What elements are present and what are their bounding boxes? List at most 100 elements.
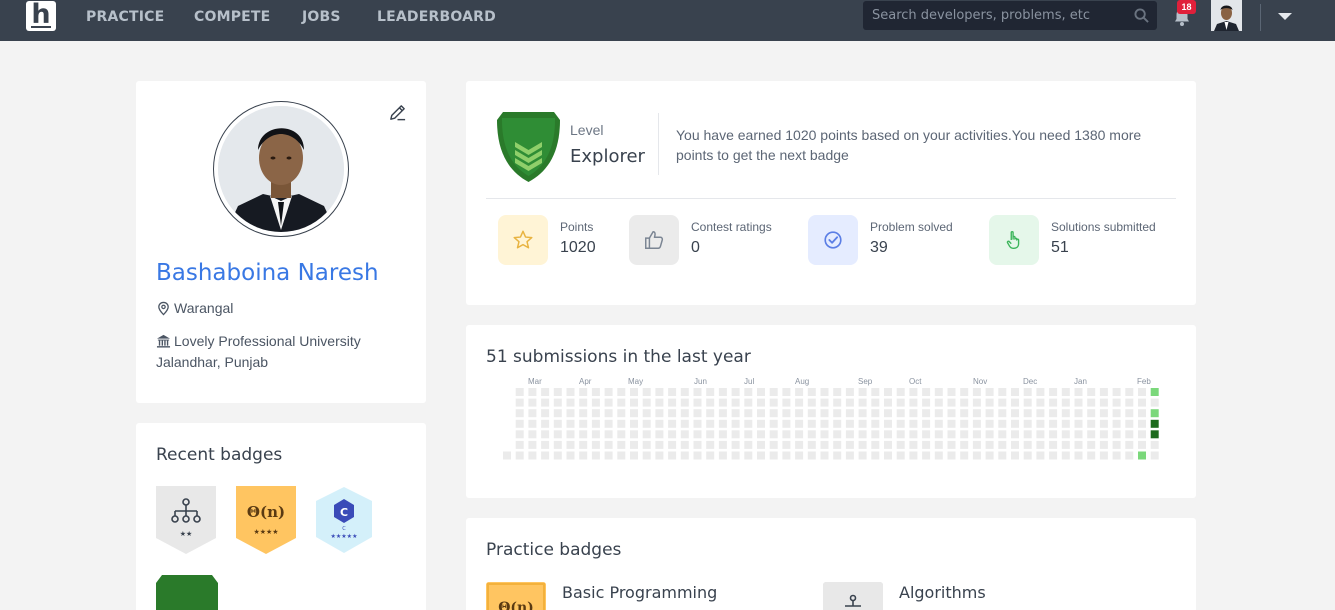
heatmap-cell[interactable] [1023,419,1032,428]
heatmap-cell[interactable] [820,388,829,396]
search-icon[interactable] [1134,8,1149,23]
heatmap-cell[interactable] [541,398,550,407]
heatmap-cell[interactable] [1087,409,1096,418]
heatmap-cell[interactable] [922,430,931,439]
heatmap-cell[interactable] [680,430,689,439]
nav-link-leaderboard[interactable]: LEADERBOARD [377,9,496,25]
heatmap-cell[interactable] [820,430,829,439]
heatmap-cell[interactable] [706,419,715,428]
heatmap-cell[interactable] [604,440,613,449]
heatmap-cell[interactable] [579,451,588,460]
heatmap-cell[interactable] [896,451,905,460]
heatmap-cell[interactable] [782,451,791,460]
heatmap-cell[interactable] [604,398,613,407]
heatmap-cell[interactable] [1074,388,1083,396]
heatmap-cell[interactable] [591,440,600,449]
heatmap-cell[interactable] [972,440,981,449]
heatmap-cell[interactable] [731,419,740,428]
heatmap-cell[interactable] [871,430,880,439]
heatmap-cell[interactable] [1074,409,1083,418]
heatmap-cell[interactable] [1125,409,1134,418]
heatmap-cell[interactable] [1099,451,1108,460]
hackerrank-logo[interactable]: h [26,0,56,31]
heatmap-cell[interactable] [985,451,994,460]
heatmap-cell[interactable] [579,398,588,407]
heatmap-cell[interactable] [769,409,778,418]
heatmap-cell[interactable] [896,430,905,439]
heatmap-cell[interactable] [566,388,575,396]
heatmap-cell[interactable] [1074,430,1083,439]
heatmap-cell[interactable] [985,398,994,407]
heatmap-cell[interactable] [731,398,740,407]
heatmap-cell[interactable] [579,430,588,439]
heatmap-cell[interactable] [807,398,816,407]
heatmap-cell[interactable] [668,430,677,439]
heatmap-cell[interactable] [1049,419,1058,428]
heatmap-cell[interactable] [896,419,905,428]
heatmap-cell[interactable] [757,430,765,439]
heatmap-cell[interactable] [782,430,791,439]
heatmap-cell[interactable] [744,430,753,439]
heatmap-cell[interactable] [718,430,727,439]
profile-avatar[interactable] [213,101,349,237]
heatmap-cell[interactable] [960,451,969,460]
heatmap-cell[interactable] [528,409,537,418]
heatmap-cell[interactable] [909,419,918,428]
heatmap-cell[interactable] [642,440,651,449]
heatmap-cell[interactable] [1112,398,1121,407]
heatmap-cell[interactable] [769,451,778,460]
heatmap-cell[interactable] [858,419,867,428]
heatmap-cell[interactable] [909,430,918,439]
heatmap-cell[interactable] [528,398,537,407]
heatmap-cell[interactable] [1023,451,1032,460]
heatmap-cell[interactable] [769,398,778,407]
heatmap-cell[interactable] [655,440,664,449]
heatmap-cell[interactable] [922,388,931,396]
heatmap-cell[interactable] [807,409,816,418]
heatmap-cell[interactable] [871,419,880,428]
heatmap-cell[interactable] [757,440,765,449]
heatmap-cell[interactable] [680,388,689,396]
heatmap-cell[interactable] [782,440,791,449]
heatmap-cell[interactable] [718,409,727,418]
heatmap-cell[interactable] [1036,409,1045,418]
heatmap-cell[interactable] [909,398,918,407]
heatmap-cell[interactable] [515,398,524,407]
heatmap-cell[interactable] [1138,409,1146,418]
heatmap-cell[interactable] [858,398,867,407]
heatmap-cell[interactable] [1112,419,1121,428]
heatmap-cell[interactable] [909,451,918,460]
heatmap-cell[interactable] [782,409,791,418]
heatmap-cell[interactable] [604,430,613,439]
heatmap-cell[interactable] [1138,430,1146,439]
heatmap-cell[interactable] [1087,440,1096,449]
heatmap-cell[interactable] [693,419,702,428]
heatmap-cell[interactable] [807,451,816,460]
heatmap-cell[interactable] [757,451,765,460]
heatmap-cell-active[interactable] [1150,409,1159,418]
heatmap-cell[interactable] [591,398,600,407]
heatmap-cell[interactable] [947,419,956,428]
heatmap-cell-active[interactable] [1150,388,1159,396]
heatmap-cell[interactable] [960,409,969,418]
heatmap-cell[interactable] [642,451,651,460]
chevron-down-icon[interactable] [1278,13,1292,20]
heatmap-cell[interactable] [1011,409,1019,418]
heatmap-cell[interactable] [744,419,753,428]
heatmap-cell[interactable] [909,388,918,396]
heatmap-cell[interactable] [972,419,981,428]
nav-link-jobs[interactable]: JOBS [302,9,341,25]
heatmap-cell[interactable] [693,388,702,396]
practice-badge-algorithms[interactable] [823,582,883,610]
heatmap-cell[interactable] [871,398,880,407]
heatmap-cell[interactable] [706,430,715,439]
heatmap-cell[interactable] [998,398,1007,407]
heatmap-cell[interactable] [680,440,689,449]
heatmap-cell[interactable] [515,451,524,460]
nav-avatar[interactable] [1211,0,1242,31]
heatmap-cell[interactable] [744,451,753,460]
heatmap-cell[interactable] [1074,451,1083,460]
heatmap-cell[interactable] [515,419,524,428]
heatmap-cell[interactable] [1061,409,1070,418]
heatmap-cell[interactable] [922,419,931,428]
